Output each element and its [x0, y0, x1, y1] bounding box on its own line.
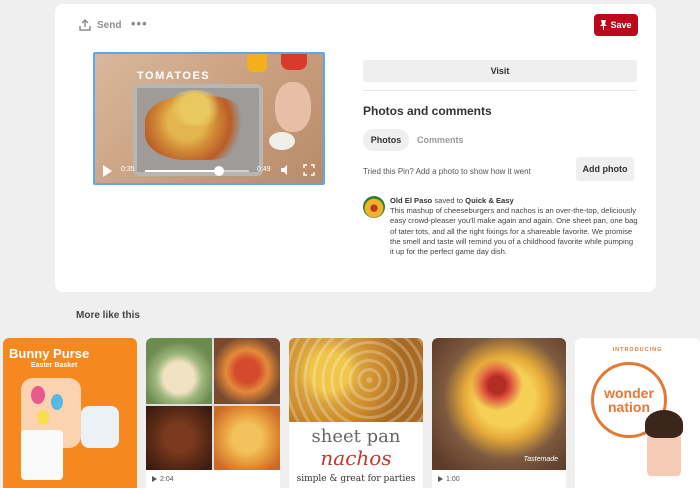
easter-egg: [31, 386, 45, 404]
board-link[interactable]: Quick & Easy: [465, 196, 514, 205]
photos-comments-title: Photos and comments: [363, 104, 492, 118]
radio-image: [81, 406, 119, 448]
brand-logo: wonder nation: [604, 385, 654, 415]
video-duration-bar: 2:04: [146, 470, 280, 488]
tried-pin-text: Tried this Pin? Add a photo to show how …: [363, 167, 531, 176]
pin-wonder-nation[interactable]: INTRODUCING wonder nation: [575, 338, 700, 488]
tab-comments[interactable]: Comments: [417, 129, 464, 151]
save-label: Save: [610, 20, 632, 30]
pin-bunny-purse[interactable]: Bunny Purse Easter Basket: [3, 338, 137, 488]
watermark: Tastemade: [523, 456, 558, 463]
fullscreen-icon[interactable]: [303, 164, 315, 176]
video-duration: 2:04: [160, 475, 174, 483]
visit-button[interactable]: Visit: [363, 60, 637, 82]
play-icon: [152, 476, 157, 482]
pin-title: Bunny Purse: [9, 346, 90, 361]
send-icon: [79, 19, 91, 31]
pin-title-line1: sheet pan: [311, 426, 401, 447]
progress-knob[interactable]: [213, 166, 224, 176]
progress-fill: [145, 170, 219, 172]
ketchup-bottle: [281, 54, 307, 70]
pin-description: This mashup of cheeseburgers and nachos …: [390, 206, 638, 257]
save-button[interactable]: Save: [594, 14, 638, 36]
pin-subtitle: Easter Basket: [31, 362, 78, 369]
bowl: [269, 132, 295, 150]
volume-icon[interactable]: [279, 163, 293, 177]
pin-title-line2: nachos: [320, 446, 392, 470]
mug-image: [21, 430, 63, 480]
pin-card: Send ••• Save TOMATOES 0:35 0:49 Visit P…: [55, 4, 656, 292]
author-link[interactable]: Old El Paso: [390, 196, 432, 205]
divider: [363, 90, 637, 91]
video-duration-bar: 1:00: [432, 470, 566, 488]
food-tile: [214, 406, 280, 470]
video-title: TOMATOES: [137, 70, 211, 82]
pin-mac-cheese[interactable]: Tastemade 1:00: [432, 338, 566, 488]
video-duration: 1:00: [446, 475, 460, 483]
tab-photos[interactable]: Photos: [363, 129, 409, 151]
pin-title-line3: simple & great for parties: [296, 474, 416, 484]
video-player[interactable]: TOMATOES 0:35 0:49: [93, 52, 325, 185]
more-options-button[interactable]: •••: [131, 16, 148, 31]
more-like-this-title: More like this: [76, 310, 140, 321]
mustard-bottle: [247, 54, 267, 72]
food-tile: [214, 338, 280, 404]
pin-sheet-pan-nachos[interactable]: sheet pan nachos simple & great for part…: [289, 338, 423, 488]
send-label: Send: [97, 19, 122, 31]
saved-to-text: saved to: [434, 196, 464, 205]
video-controls: 0:35 0:49: [95, 157, 323, 183]
play-icon: [438, 476, 443, 482]
easter-egg: [51, 394, 63, 410]
food-tile: [146, 406, 212, 470]
pin-video-collage[interactable]: 2:04: [146, 338, 280, 488]
total-time: 0:49: [257, 166, 271, 173]
easter-egg: [37, 410, 49, 425]
progress-track[interactable]: [145, 166, 249, 176]
hand: [275, 82, 311, 132]
pin-description-block: Old El Paso saved to Quick & Easy This m…: [390, 196, 638, 257]
avatar[interactable]: [363, 196, 385, 218]
pin-icon: [600, 20, 608, 30]
current-time: 0:35: [121, 166, 135, 173]
food-tile: [146, 338, 212, 404]
send-button[interactable]: Send: [79, 19, 121, 31]
play-icon[interactable]: [103, 165, 112, 177]
add-photo-button[interactable]: Add photo: [576, 157, 634, 181]
pin-intro: INTRODUCING: [612, 347, 663, 353]
